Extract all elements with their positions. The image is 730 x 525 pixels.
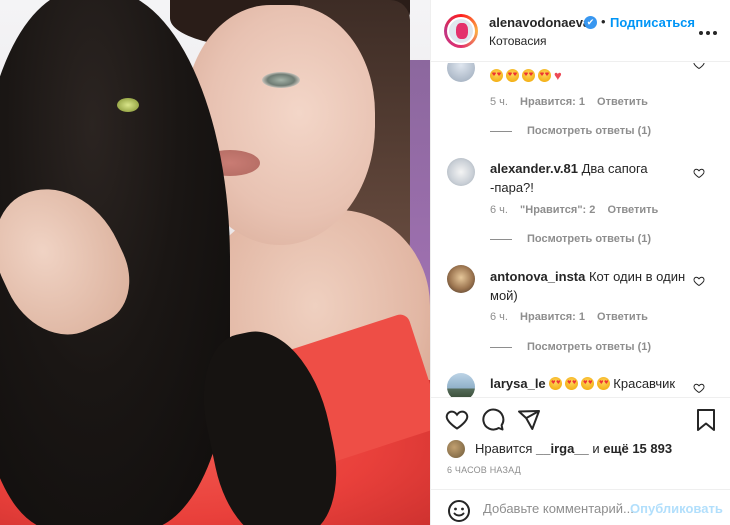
comment-avatar[interactable] bbox=[447, 63, 475, 82]
heart-eyes-emoji-icon bbox=[597, 377, 611, 390]
reply-button[interactable]: Ответить bbox=[597, 96, 648, 108]
cat-eye bbox=[117, 98, 139, 112]
action-bar bbox=[431, 397, 730, 441]
comment-time: 6 ч. bbox=[490, 311, 508, 323]
comments-list[interactable]: ♥ 5 ч. Нравится: 1 Ответить Посмотреть о… bbox=[431, 63, 730, 397]
liker-username[interactable]: __irga__ bbox=[536, 441, 589, 456]
likes-and: и bbox=[592, 441, 600, 456]
post-header: alenavodonaeva ✔ • Подписаться Котовасия bbox=[431, 0, 730, 62]
likes-summary[interactable]: Нравится __irga__ и ещё 15 893 bbox=[447, 440, 727, 460]
like-comment-heart-icon[interactable] bbox=[693, 382, 705, 394]
comment-likes[interactable]: Нравится: 1 bbox=[520, 96, 585, 108]
likes-count[interactable]: ещё 15 893 bbox=[603, 441, 672, 456]
verified-badge-icon: ✔ bbox=[584, 16, 597, 29]
heart-eyes-emoji-icon bbox=[522, 69, 535, 82]
like-comment-heart-icon[interactable] bbox=[693, 63, 705, 70]
comment-meta: 6 ч. Нравится: 1 Ответить bbox=[490, 311, 657, 323]
comment-likes[interactable]: Нравится: 1 bbox=[520, 311, 585, 323]
heart-eyes-emoji-icon bbox=[565, 377, 579, 390]
author-avatar[interactable] bbox=[447, 17, 475, 45]
heart-icon[interactable] bbox=[445, 408, 469, 432]
comment-text: larysa_le Красавчик bbox=[490, 376, 676, 391]
comment-avatar[interactable] bbox=[447, 265, 475, 293]
comment-text: antonova_insta Кот один в один мой) bbox=[490, 269, 686, 303]
comment-time: 5 ч. bbox=[490, 96, 508, 108]
comment-time: 6 ч. bbox=[490, 204, 508, 216]
comment-username[interactable]: antonova_insta bbox=[490, 269, 585, 284]
view-replies-button[interactable]: Посмотреть ответы (1) bbox=[490, 125, 651, 137]
comment-username[interactable]: larysa_le bbox=[490, 376, 546, 391]
heart-eyes-emoji-icon bbox=[538, 69, 551, 82]
author-username[interactable]: alenavodonaeva bbox=[489, 15, 590, 30]
smile-icon[interactable] bbox=[447, 499, 471, 523]
publish-button[interactable]: Опубликовать bbox=[630, 501, 723, 516]
more-options-icon[interactable] bbox=[699, 22, 721, 35]
heart-eyes-emoji-icon bbox=[549, 377, 563, 390]
heart-eyes-emoji-icon bbox=[581, 377, 595, 390]
share-icon[interactable] bbox=[517, 408, 541, 432]
location-link[interactable]: Котовасия bbox=[489, 34, 547, 48]
bookmark-icon[interactable] bbox=[695, 408, 717, 432]
heart-eyes-emoji-icon bbox=[490, 69, 503, 82]
comment-meta: 6 ч. "Нравится": 2 Ответить bbox=[490, 204, 667, 216]
comment-avatar[interactable] bbox=[447, 373, 475, 397]
comment-avatar[interactable] bbox=[447, 158, 475, 186]
like-comment-heart-icon[interactable] bbox=[693, 275, 705, 287]
reply-button[interactable]: Ответить bbox=[597, 311, 648, 323]
comment-username[interactable]: alexander.v.81 bbox=[490, 161, 578, 176]
separator-dot: • bbox=[601, 14, 606, 29]
reply-button[interactable]: Ответить bbox=[607, 204, 658, 216]
follow-button[interactable]: Подписаться bbox=[610, 15, 695, 30]
like-comment-heart-icon[interactable] bbox=[693, 167, 705, 179]
liker-avatar bbox=[447, 440, 465, 458]
comment-text: alexander.v.81 Два сапога -пара?! bbox=[490, 161, 648, 195]
comment-likes[interactable]: "Нравится": 2 bbox=[520, 204, 595, 216]
likes-prefix: Нравится bbox=[475, 441, 533, 456]
comment-input[interactable]: Добавьте комментарий... bbox=[483, 501, 634, 516]
eye bbox=[262, 72, 300, 88]
heart-eyes-emoji-icon bbox=[506, 69, 519, 82]
view-replies-button[interactable]: Посмотреть ответы (1) bbox=[490, 233, 651, 245]
red-heart-emoji-icon: ♥ bbox=[554, 68, 562, 83]
view-replies-button[interactable]: Посмотреть ответы (1) bbox=[490, 341, 651, 353]
post-photo[interactable] bbox=[0, 0, 430, 525]
comment-icon[interactable] bbox=[481, 408, 505, 432]
comment-text: ♥ bbox=[490, 66, 695, 85]
comment-meta: 5 ч. Нравится: 1 Ответить bbox=[490, 96, 657, 108]
post-timestamp[interactable]: 6 ЧАСОВ НАЗАД bbox=[447, 465, 521, 475]
add-comment-bar: Добавьте комментарий... Опубликовать bbox=[431, 489, 730, 525]
post-sidebar: alenavodonaeva ✔ • Подписаться Котовасия… bbox=[430, 0, 730, 525]
